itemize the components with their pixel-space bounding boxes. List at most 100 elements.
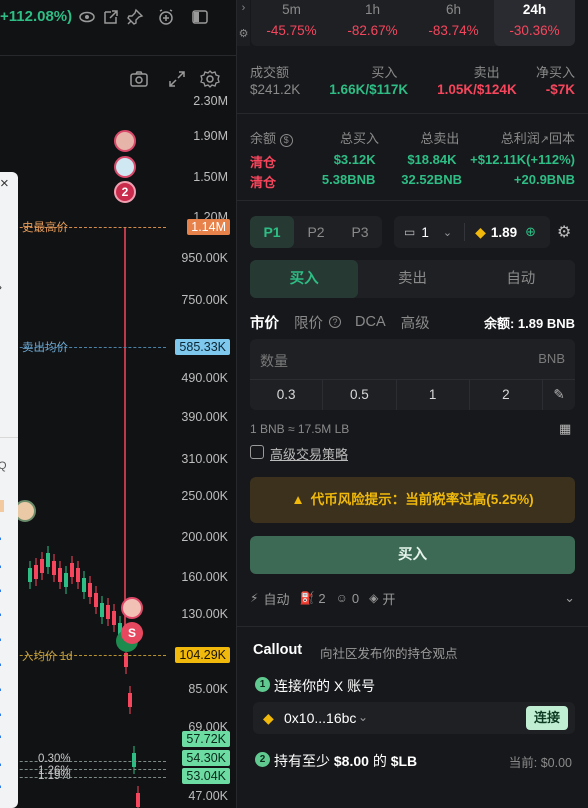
trade-panel: › ⚙ 5m -45.75% 1h -82.67% 6h -83.74% 24h -30… — [237, 0, 588, 808]
risk-warning: ▲ 代币风险提示：当前税率过高(5.25%) — [250, 477, 575, 523]
quick-amount-button[interactable]: 0.3 — [250, 380, 324, 410]
quantity-placeholder: 数量 — [260, 353, 288, 369]
quick-amount-button[interactable]: 1 — [397, 380, 470, 410]
level-tag: 53.04K — [182, 768, 230, 784]
close-icon[interactable]: × — [0, 175, 9, 192]
candle-body — [40, 559, 44, 573]
tab-6h[interactable]: 6h -83.74% — [413, 0, 494, 46]
trader-avatar-marker[interactable] — [114, 130, 136, 152]
alarm-add-icon[interactable] — [157, 8, 175, 26]
panel-toggle-icon[interactable] — [191, 8, 209, 26]
wallet-address[interactable]: 0x10...16bc — [284, 710, 356, 726]
quick-amount-button[interactable]: 2 — [470, 380, 543, 410]
gas-icon: ⛽ — [299, 591, 315, 605]
candle-body — [128, 693, 132, 707]
trader-avatar-marker[interactable] — [121, 597, 143, 619]
preset-p2[interactable]: P2 — [294, 216, 338, 248]
order-advanced[interactable]: 高级 — [401, 312, 430, 333]
price-axis-label: 390.00K — [181, 410, 228, 424]
tab-5m[interactable]: 5m -45.75% — [251, 0, 332, 46]
quick-amounts: 0.3 0.5 1 2 ✎ — [250, 379, 575, 410]
step-2-badge: 2 — [255, 752, 270, 767]
chart-pane[interactable]: +112.08%) 2.30M 1.90M 1.50M 1.20M 950.00… — [0, 0, 237, 808]
holdings-row: 清仓 5.38BNB 32.52BNB +20.9BNB — [250, 172, 575, 190]
advanced-strategy-checkbox[interactable] — [250, 445, 264, 459]
step-2-label: 持有至少 $8.00 的 $LB — [274, 753, 418, 769]
settings-icon[interactable]: ⚙ — [237, 26, 250, 42]
preset-p1[interactable]: P1 — [250, 216, 294, 248]
price-axis-label: 490.00K — [181, 371, 228, 385]
callout-subtitle: 向社区发布你的持仓观点 — [320, 647, 458, 661]
auto-icon: ⚡ — [250, 591, 259, 605]
turnover-value: $241.2K — [250, 82, 301, 97]
tab-1h[interactable]: 1h -82.67% — [332, 0, 413, 46]
marker-badge[interactable]: 2 — [114, 181, 136, 203]
chevron-right-icon[interactable]: › — [237, 0, 250, 16]
list-item-marker: ▪ — [0, 760, 2, 771]
chevron-down-icon[interactable]: ⌄ — [564, 590, 575, 606]
candle-body — [34, 565, 38, 579]
order-limit[interactable]: 限价 — [294, 312, 323, 333]
callout-section: Callout 向社区发布你的持仓观点 1 连接你的 X 账号 ◆ 0x10..… — [237, 626, 588, 808]
collapse-handle[interactable]: › ⚙ — [237, 0, 250, 46]
order-dca[interactable]: DCA — [355, 314, 386, 330]
connect-button[interactable]: 连接 — [525, 706, 568, 730]
pnl-change-pct: +112.08%) — [0, 8, 73, 25]
tab-24h[interactable]: 24h -30.36% — [494, 0, 575, 46]
order-market[interactable]: 市价 — [250, 312, 279, 333]
calculator-icon[interactable]: ▦ — [559, 421, 571, 437]
sell-marker[interactable]: S — [121, 622, 143, 644]
edit-icon[interactable]: ✎ — [543, 380, 575, 410]
camera-icon[interactable] — [128, 68, 150, 90]
buy-volume: 1.66K/$117K — [329, 82, 409, 97]
wallet-selector[interactable]: ▭ 1 ⌄ ◆ 1.89 ⊕ — [394, 216, 550, 248]
divider — [237, 113, 588, 114]
trader-avatar-marker[interactable] — [114, 156, 136, 178]
candle-body — [58, 568, 62, 582]
callout-title: Callout — [253, 642, 303, 658]
sell-avg-label: 卖出均价 — [22, 342, 68, 354]
deposit-icon[interactable]: ⊕ — [525, 224, 536, 240]
chevron-down-icon: ⌄ — [442, 226, 453, 239]
bnb-icon: ◆ — [475, 223, 486, 240]
buy-avg-label: 入均价 1d — [22, 651, 73, 663]
chevron-right-icon[interactable]: › — [0, 280, 2, 294]
divider — [0, 55, 236, 56]
trade-mode-tabs: 买入 卖出 自动 — [250, 260, 575, 298]
tab-auto[interactable]: 自动 — [467, 260, 575, 298]
candle-body — [106, 605, 110, 619]
quantity-input[interactable]: 数量 BNB 0.3 0.5 1 2 ✎ — [250, 339, 575, 410]
quick-amount-button[interactable]: 0.5 — [323, 380, 397, 410]
fullscreen-icon[interactable] — [166, 68, 188, 90]
preset-p3[interactable]: P3 — [338, 216, 382, 248]
net-buy-value: -$7K — [545, 82, 575, 97]
candle-body — [64, 573, 68, 587]
info-icon[interactable]: ? — [329, 316, 341, 328]
gear-icon[interactable] — [199, 68, 221, 90]
bnb-balance: 1.89 — [490, 224, 518, 240]
eye-icon[interactable] — [78, 8, 96, 26]
side-popup[interactable]: × › Q ▪ ▪ ▪ ▪ ▪ ▪ ▪ ▪ ▪ ▪ ▪ — [0, 172, 18, 808]
sell-volume: 1.05K/$124K — [437, 82, 517, 97]
auto-label[interactable]: 自动 — [263, 589, 289, 608]
list-item-marker: ▪ — [0, 732, 2, 743]
price-axis-label: 130.00K — [181, 607, 228, 621]
divider — [0, 437, 18, 438]
quantity-unit: BNB — [538, 351, 565, 366]
advanced-strategy-link[interactable]: 高级交易策略 — [270, 444, 348, 463]
list-item-marker: ▪ — [0, 710, 2, 721]
external-link-icon[interactable]: ↗ — [540, 134, 549, 146]
pin-icon[interactable] — [126, 8, 144, 26]
preset-tabs: P1 P2 P3 — [250, 216, 382, 248]
divider — [237, 200, 588, 201]
share-icon[interactable] — [102, 8, 120, 26]
search-icon[interactable]: Q — [0, 460, 7, 472]
buy-button[interactable]: 买入 — [250, 536, 575, 574]
tab-sell[interactable]: 卖出 — [358, 260, 466, 298]
pct-mark: 0.30% — [38, 753, 71, 765]
dollar-icon[interactable]: $ — [279, 134, 293, 147]
price-axis-label: 200.00K — [181, 530, 228, 544]
tab-buy[interactable]: 买入 — [250, 260, 359, 298]
chevron-down-icon[interactable]: ⌄ — [358, 710, 368, 724]
gear-icon[interactable]: ⚙ — [557, 222, 571, 242]
